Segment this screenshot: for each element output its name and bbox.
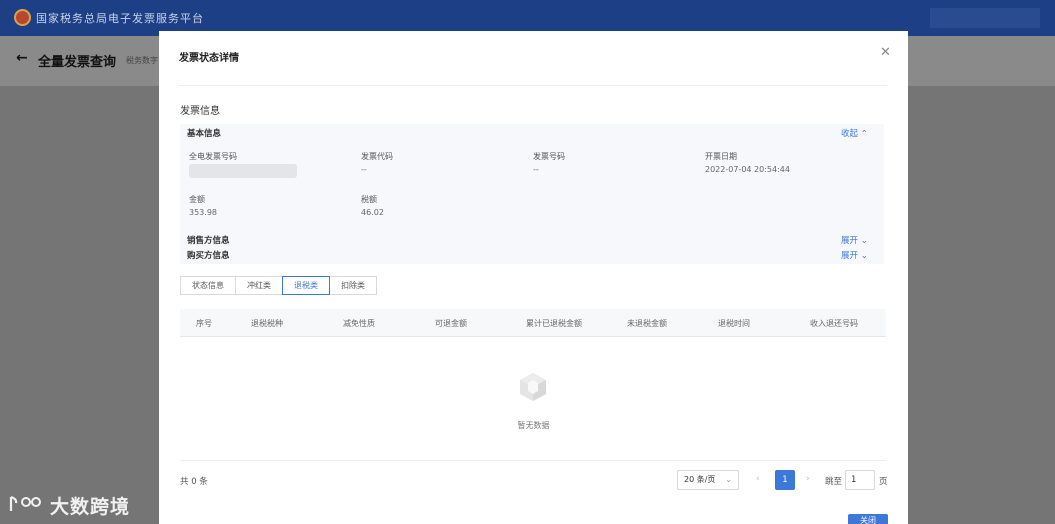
expand-buyer-toggle[interactable]: 展开 ⌄ xyxy=(841,249,868,261)
field-label-fulldigit-number: 全电发票号码 xyxy=(189,152,237,161)
user-area[interactable] xyxy=(930,8,1040,28)
field-label-amount: 金额 xyxy=(189,195,205,204)
page-subtitle: 税务数字 xyxy=(126,56,158,65)
buyer-info-header: 购买方信息 xyxy=(187,251,230,261)
jump-to-label: 跳至 xyxy=(825,477,843,487)
tab-red-reversal[interactable]: 冲红类 xyxy=(235,276,283,295)
empty-box-icon xyxy=(520,373,546,401)
chevron-down-icon: ⌄ xyxy=(860,251,868,261)
modal-title: 发票状态详情 xyxy=(179,53,239,64)
basic-info-header: 基本信息 xyxy=(187,129,222,139)
seller-info-header: 销售方信息 xyxy=(187,236,230,246)
page-title: 全量发票查询 xyxy=(38,55,117,70)
pagination-current-page[interactable]: 1 xyxy=(775,470,795,490)
watermark-text: 大数跨境 xyxy=(50,496,131,518)
table-bottom-divider xyxy=(180,460,886,461)
field-value-invoice-number: -- xyxy=(533,165,539,174)
modal-divider xyxy=(179,85,887,86)
redacted-invoice-number xyxy=(189,164,297,178)
column-header: 退税时间 xyxy=(718,319,750,328)
detail-tabs: 状态信息 冲红类 退税类 扣除类 xyxy=(180,276,377,295)
tab-deduction[interactable]: 扣除类 xyxy=(329,276,377,295)
field-label-invoice-number: 发票号码 xyxy=(533,152,565,161)
column-header: 可退金额 xyxy=(435,319,467,328)
tab-status-info[interactable]: 状态信息 xyxy=(180,276,236,295)
column-header: 减免性质 xyxy=(343,319,375,328)
section-title: 发票信息 xyxy=(180,106,220,117)
field-value-tax: 46.02 xyxy=(361,208,384,217)
close-icon[interactable]: ✕ xyxy=(880,45,891,60)
column-header: 退税税种 xyxy=(251,319,283,328)
refund-table-header: 序号 退税税种 减免性质 可退金额 累计已退税金额 未退税金额 退税时间 收入退… xyxy=(180,309,886,337)
field-value-issue-date: 2022-07-04 20:54:44 xyxy=(705,165,790,174)
jump-to-page-input[interactable] xyxy=(845,470,875,490)
arrow-left-icon[interactable]: ← xyxy=(16,50,28,66)
jump-to-suffix: 页 xyxy=(879,477,888,487)
column-header: 未退税金额 xyxy=(627,319,667,328)
invoice-info-panel: 基本信息 收起 ⌃ 全电发票号码 发票代码 -- 发票号码 -- 开票日期 20… xyxy=(180,124,884,264)
field-value-invoice-code: -- xyxy=(361,165,367,174)
chevron-up-icon: ⌃ xyxy=(860,129,868,139)
field-value-amount: 353.98 xyxy=(189,208,217,217)
tax-emblem-icon xyxy=(14,9,31,26)
app-title: 国家税务总局电子发票服务平台 xyxy=(36,12,204,25)
page-size-select[interactable]: 20 条/页 ⌄ xyxy=(677,470,739,490)
column-header: 累计已退税金额 xyxy=(526,319,582,328)
close-button[interactable]: 关闭 xyxy=(848,514,888,524)
expand-seller-toggle[interactable]: 展开 ⌄ xyxy=(841,234,868,246)
collapse-basic-toggle[interactable]: 收起 ⌃ xyxy=(841,127,868,139)
column-header: 序号 xyxy=(196,319,212,328)
chevron-right-icon[interactable]: › xyxy=(806,474,810,484)
watermark-logo-icon xyxy=(9,495,41,511)
tab-tax-refund[interactable]: 退税类 xyxy=(282,276,330,295)
empty-state-text: 暂无数据 xyxy=(517,421,550,430)
total-count: 共 0 条 xyxy=(180,477,208,487)
field-label-tax: 税额 xyxy=(361,195,377,204)
invoice-status-modal: 发票状态详情 ✕ 发票信息 基本信息 收起 ⌃ 全电发票号码 发票代码 -- 发… xyxy=(159,31,908,524)
chevron-down-icon: ⌄ xyxy=(725,475,732,484)
field-label-issue-date: 开票日期 xyxy=(705,152,737,161)
field-label-invoice-code: 发票代码 xyxy=(361,152,393,161)
chevron-left-icon[interactable]: ‹ xyxy=(756,474,760,484)
chevron-down-icon: ⌄ xyxy=(860,236,868,246)
column-header: 收入退还号码 xyxy=(810,319,858,328)
